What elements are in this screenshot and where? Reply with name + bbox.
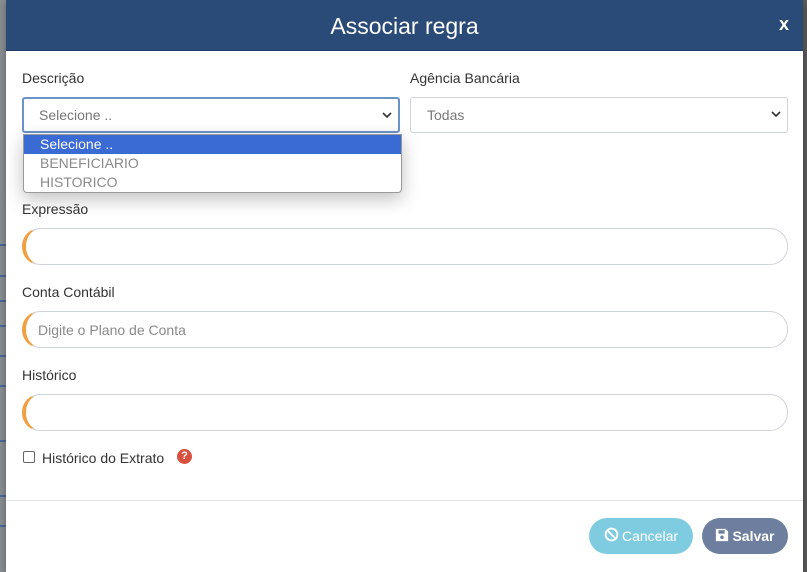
agencia-label: Agência Bancária bbox=[410, 70, 520, 86]
dropdown-option-historico[interactable]: HISTORICO bbox=[24, 173, 401, 192]
conta-contabil-input[interactable] bbox=[22, 311, 788, 348]
descricao-dropdown-list: Selecione .. BENEFICIARIO HISTORICO bbox=[23, 134, 402, 193]
save-button[interactable]: Salvar bbox=[702, 518, 788, 554]
save-button-label: Salvar bbox=[732, 528, 775, 544]
modal-header: Associar regra x bbox=[6, 0, 803, 51]
question-circle-icon[interactable]: ? bbox=[177, 449, 192, 464]
dropdown-option-beneficiario[interactable]: BENEFICIARIO bbox=[24, 154, 401, 173]
expressao-label: Expressão bbox=[22, 201, 89, 217]
descricao-select[interactable]: Selecione .. bbox=[22, 97, 400, 133]
descricao-select-value: Selecione .. bbox=[39, 107, 113, 123]
historico-extrato-label[interactable]: Histórico do Extrato bbox=[42, 450, 164, 466]
footer-divider bbox=[6, 500, 803, 501]
agencia-select-value: Todas bbox=[427, 107, 465, 123]
conta-contabil-label: Conta Contábil bbox=[22, 284, 115, 300]
expressao-input[interactable] bbox=[22, 228, 788, 265]
close-button[interactable]: x bbox=[779, 14, 789, 35]
cancel-button[interactable]: Cancelar bbox=[589, 518, 693, 554]
agencia-select[interactable]: Todas bbox=[410, 97, 788, 133]
associar-regra-modal: Associar regra x Descrição Selecione .. … bbox=[6, 0, 803, 572]
descricao-label: Descrição bbox=[22, 70, 85, 86]
chevron-down-icon bbox=[771, 98, 781, 146]
dropdown-option-selecione[interactable]: Selecione .. bbox=[24, 135, 401, 154]
historico-label: Histórico bbox=[22, 367, 77, 383]
cancel-button-label: Cancelar bbox=[621, 528, 679, 544]
ban-icon bbox=[604, 519, 619, 555]
historico-input[interactable] bbox=[22, 394, 788, 431]
modal-title: Associar regra bbox=[330, 13, 479, 39]
historico-extrato-checkbox[interactable] bbox=[23, 451, 35, 463]
floppy-disk-icon bbox=[715, 519, 729, 555]
